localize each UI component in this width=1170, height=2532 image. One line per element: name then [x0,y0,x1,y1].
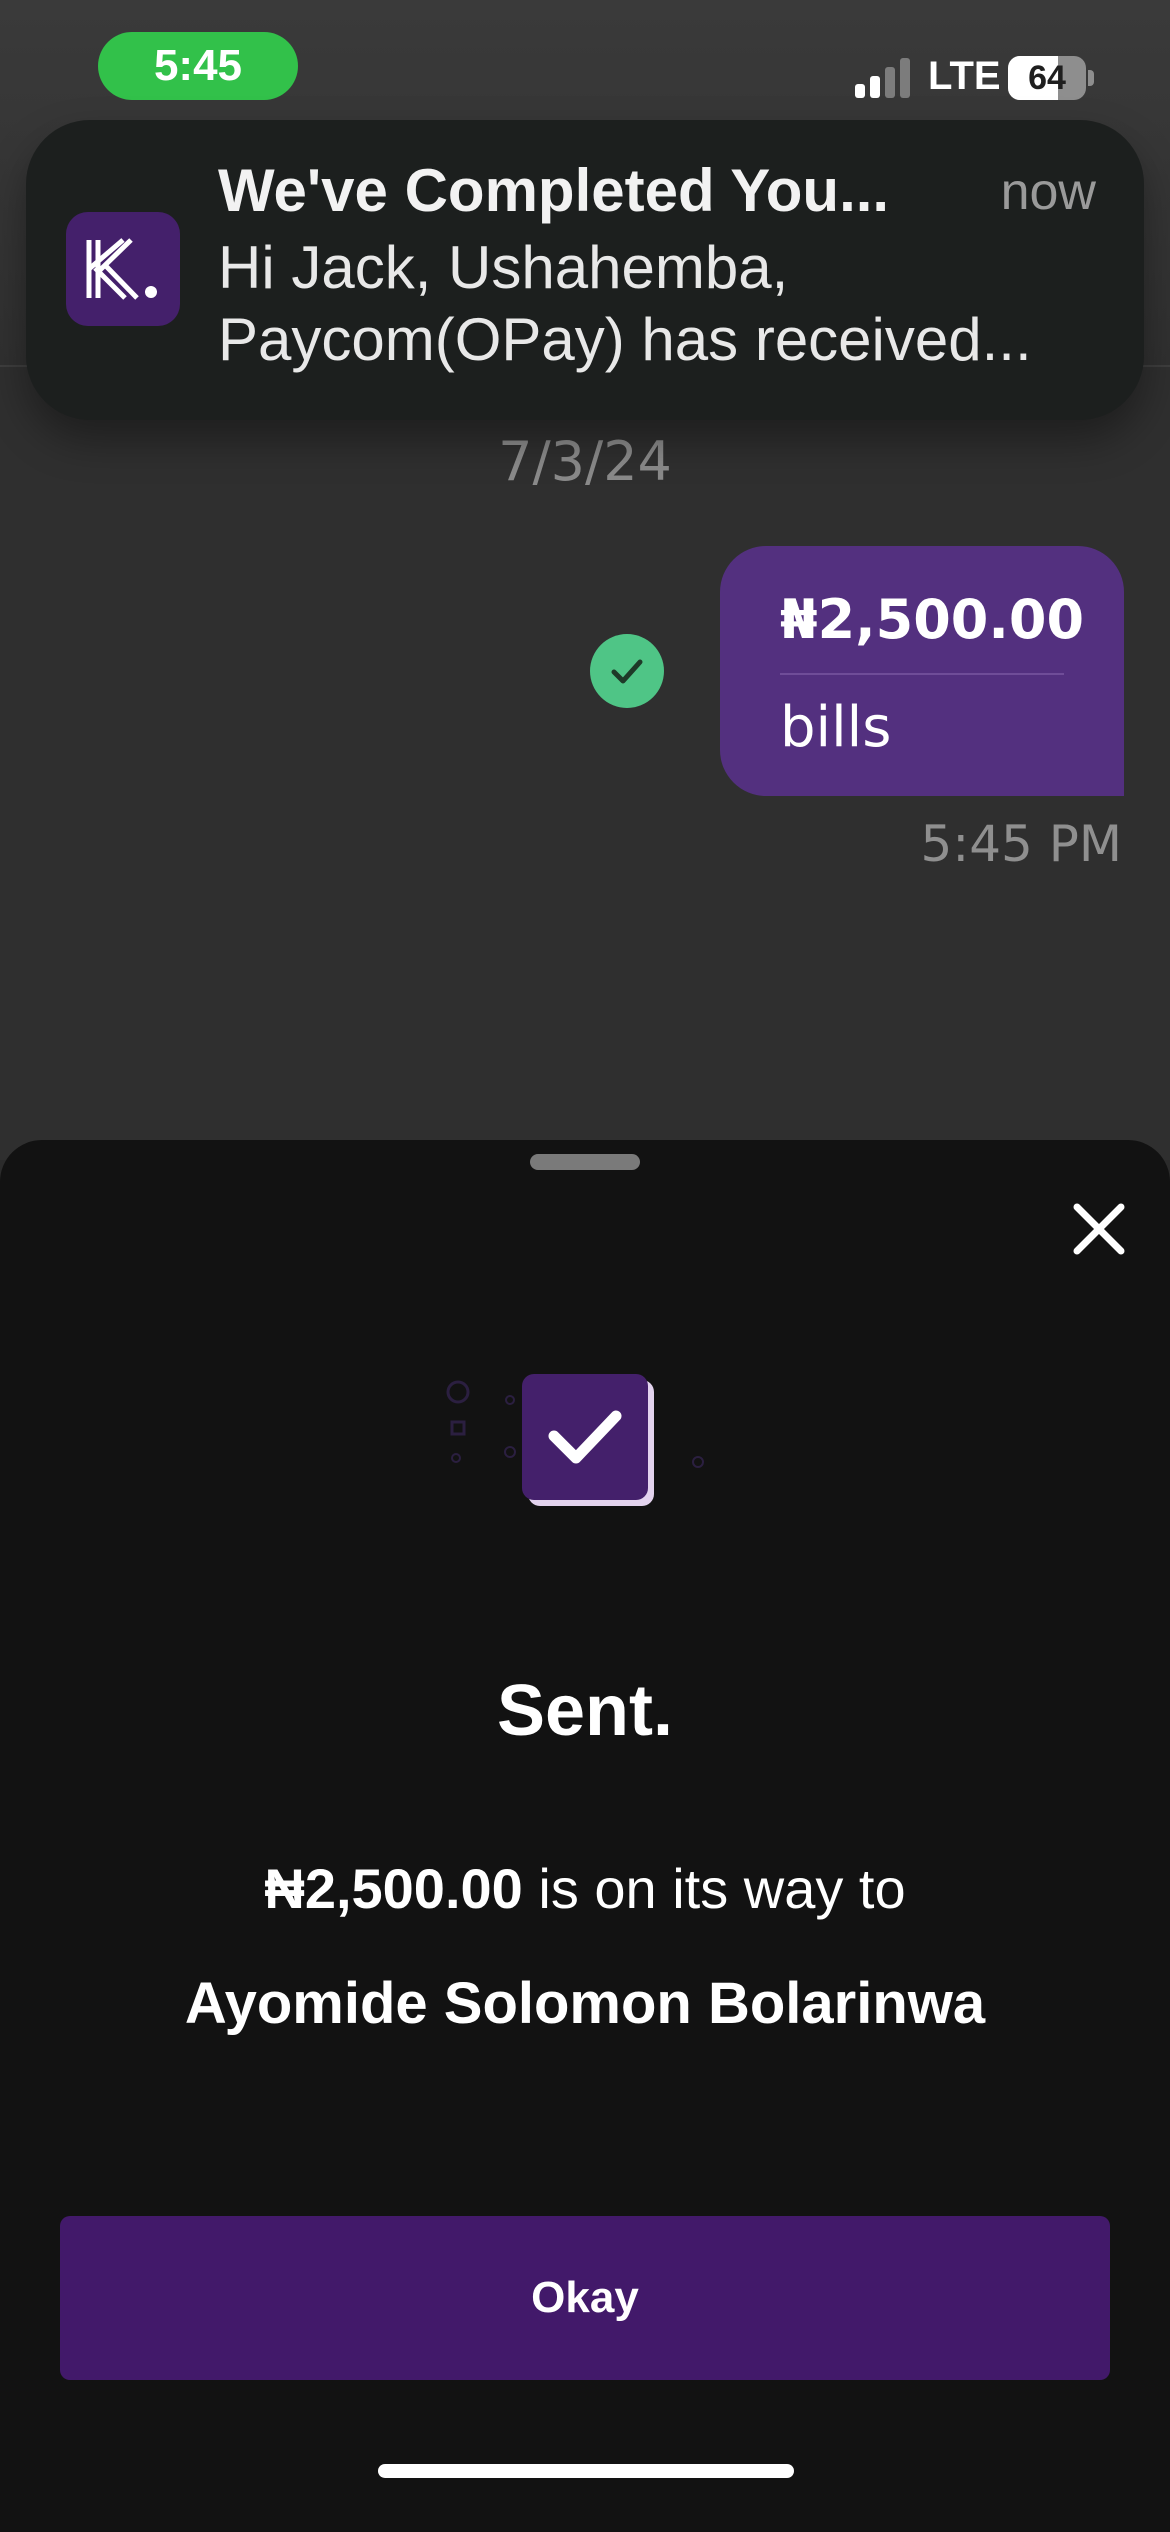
confetti-circle-shape [446,1380,470,1404]
notification-body: Hi Jack, Ushahemba, Paycom(OPay) has rec… [218,234,1032,373]
confetti-square-shape [450,1420,466,1436]
push-notification[interactable]: We've Completed You... now Hi Jack, Usha… [26,120,1144,420]
home-indicator[interactable] [378,2464,794,2478]
confetti-dot-shape [692,1456,704,1468]
sent-message-bubble[interactable]: ₦2,500.00 bills [720,546,1124,796]
message-amount: ₦2,500.00 [780,588,1085,651]
message-timestamp: 5:45 PM [920,815,1122,873]
message-note: bills [780,695,892,760]
checkbox-check-icon [522,1374,648,1500]
sent-heading: Sent. [496,1671,674,1751]
transfer-amount: ₦2,500.00 [264,1857,523,1920]
network-type-label: LTE [928,54,1001,98]
sheet-grabber-handle[interactable] [530,1154,640,1170]
close-icon [1073,1203,1125,1255]
delivered-check-icon [590,634,664,708]
confetti-dot-shape [504,1446,516,1458]
message-divider [780,673,1064,675]
kuda-k-logo-icon [66,212,180,326]
notification-title: We've Completed You... [218,157,890,224]
confetti-dot-shape [505,1395,515,1405]
success-illustration [446,1374,704,1506]
transfer-success-sheet: Sent. ₦2,500.00 is on its way to Ayomide… [0,1140,1170,2532]
okay-button[interactable]: Okay [60,2216,1110,2380]
transfer-summary-text: is on its way to [522,1857,906,1920]
transfer-summary-line: ₦2,500.00 is on its way to [0,1856,1170,1921]
battery-level: 64 [1028,58,1066,97]
cellular-signal-icon [855,58,910,98]
date-separator: 7/3/24 [498,430,672,493]
recipient-name: Ayomide Solomon Bolarinwa [184,1971,986,2036]
confetti-dot-shape [451,1453,461,1463]
battery-nub [1088,70,1094,86]
battery-body: 64 [1008,56,1086,100]
notification-time: now [1000,163,1096,221]
close-button[interactable] [1064,1194,1134,1264]
status-time-pill[interactable]: 5:45 [98,32,298,100]
battery-icon: 64 [1008,56,1094,100]
